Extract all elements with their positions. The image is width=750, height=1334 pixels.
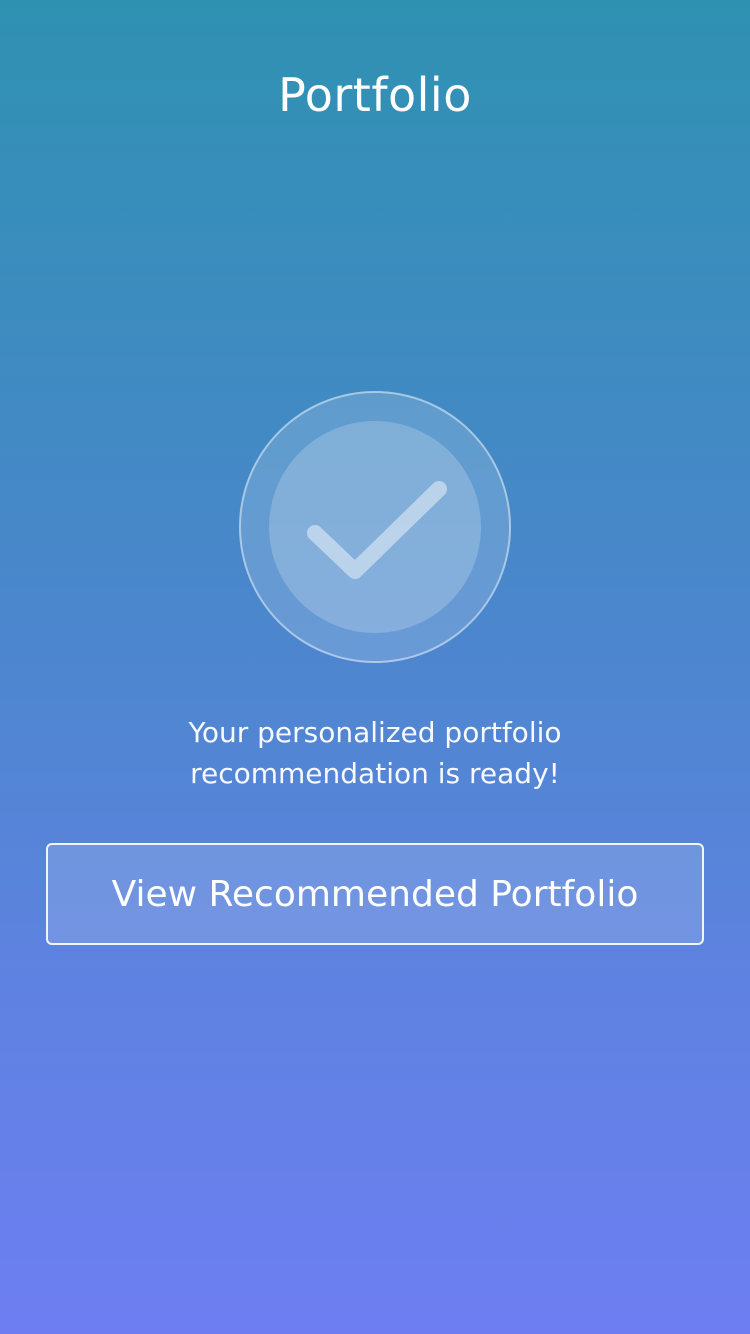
status-message-line-1: Your personalized portfolio bbox=[188, 716, 562, 749]
page-title: Portfolio bbox=[278, 68, 472, 122]
screen: Portfolio Your personalized portfolio re… bbox=[0, 0, 750, 1334]
view-recommended-portfolio-button[interactable]: View Recommended Portfolio bbox=[46, 843, 704, 945]
status-message-line-2: recommendation is ready! bbox=[190, 757, 560, 790]
checkmark-icon bbox=[307, 481, 447, 579]
success-badge bbox=[239, 391, 511, 663]
status-message: Your personalized portfolio recommendati… bbox=[75, 712, 675, 794]
success-badge-inner bbox=[269, 421, 481, 633]
